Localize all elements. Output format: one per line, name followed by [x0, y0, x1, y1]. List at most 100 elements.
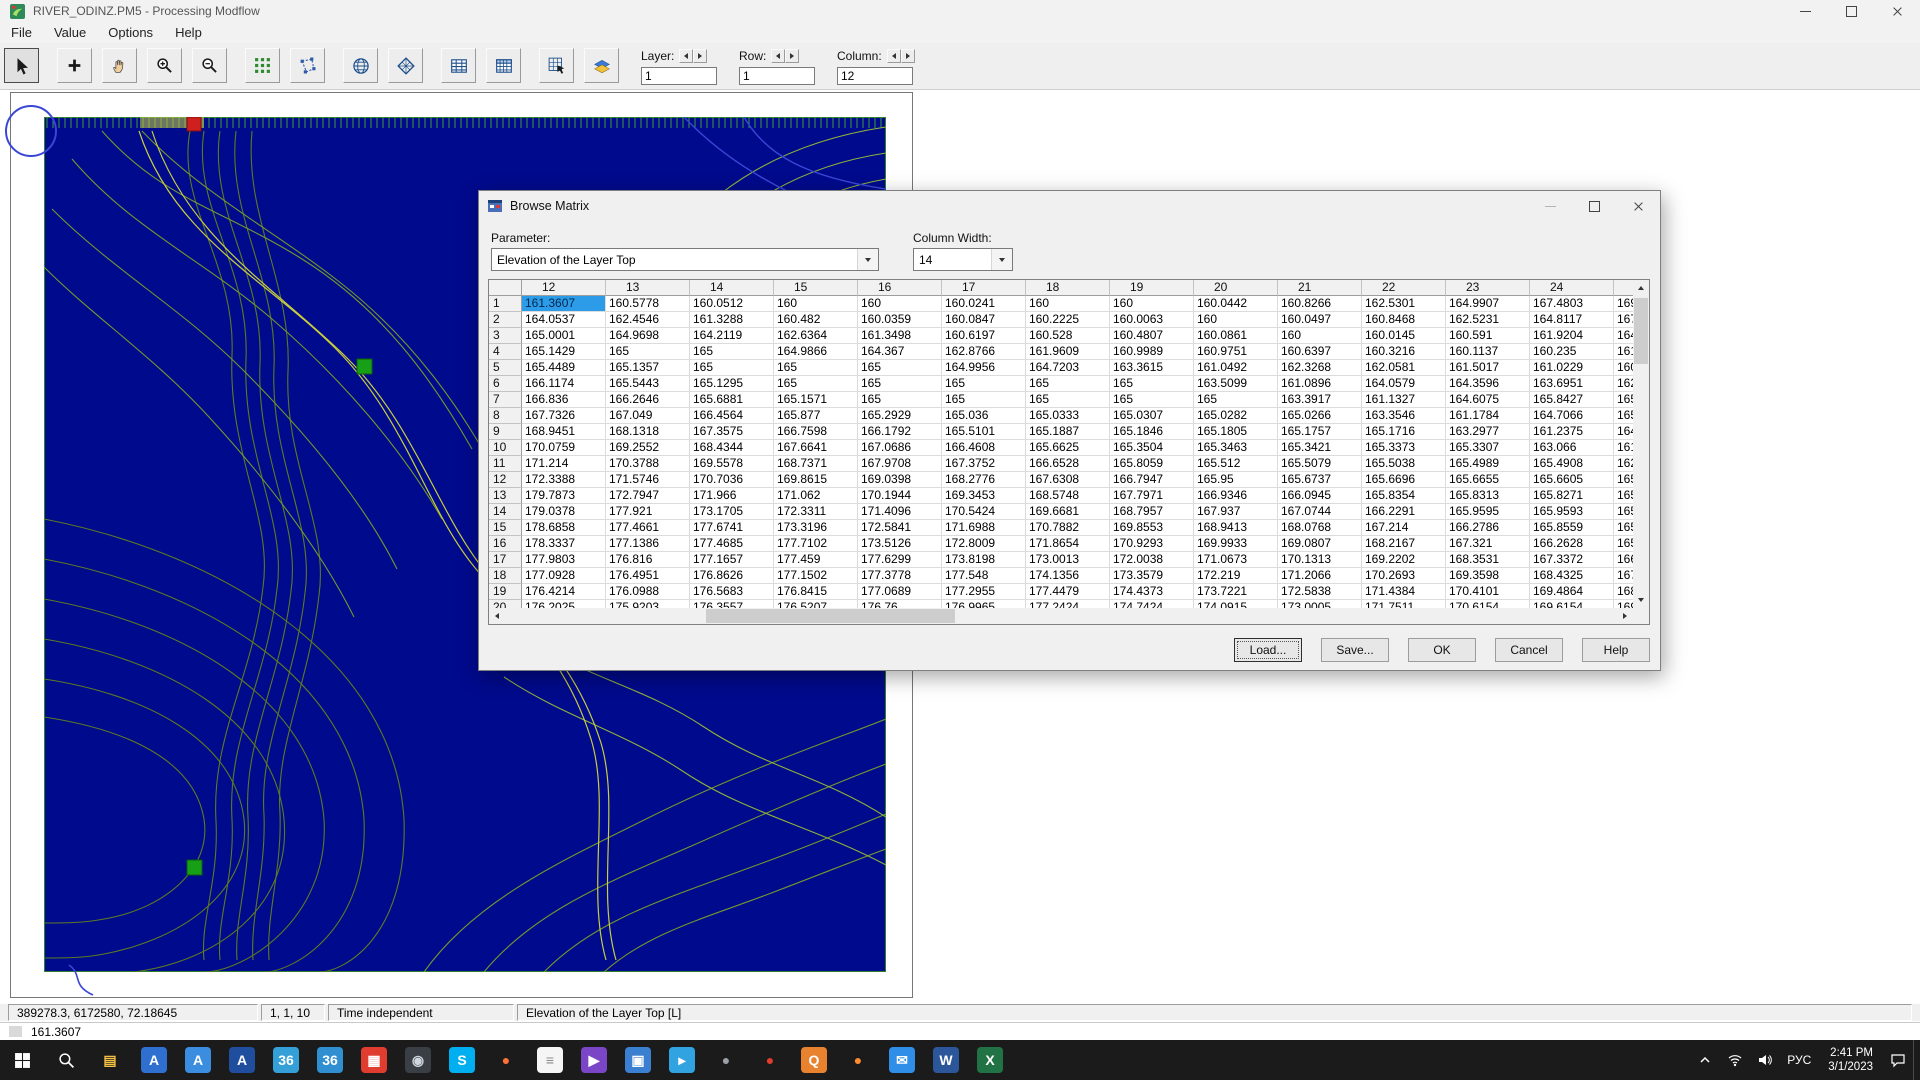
matrix-cell[interactable]: 166.1792 [858, 424, 942, 440]
matrix-cell[interactable]: 170.3788 [606, 456, 690, 472]
matrix-cell[interactable]: 169.0807 [1278, 536, 1362, 552]
matrix-cell[interactable]: 160.6197 [942, 328, 1026, 344]
matrix-cell[interactable]: 165 [858, 360, 942, 376]
matrix-cell[interactable]: 169.2552 [606, 440, 690, 456]
matrix-cell[interactable]: 166.0945 [1278, 488, 1362, 504]
matrix-cell[interactable]: 173.0013 [1026, 552, 1110, 568]
matrix-cell[interactable]: 175.9203 [606, 600, 690, 608]
matrix-cell[interactable]: 176.76 [858, 600, 942, 608]
matrix-cell[interactable]: 165 [942, 376, 1026, 392]
matrix-cell[interactable]: 162.3268 [1278, 360, 1362, 376]
matrix-cell[interactable]: 160.0861 [1194, 328, 1278, 344]
matrix-cell[interactable]: 169.5578 [690, 456, 774, 472]
matrix-cell[interactable]: 165.0307 [1110, 408, 1194, 424]
matrix-cell[interactable]: 164.7066 [1530, 408, 1614, 424]
vertical-scrollbar[interactable] [1633, 280, 1649, 608]
dialog-titlebar[interactable]: Browse Matrix [479, 191, 1660, 221]
matrix-cell[interactable]: 169.3598 [1446, 568, 1530, 584]
matrix-cell[interactable]: 163.3546 [1362, 408, 1446, 424]
matrix-cell[interactable]: 176.5683 [690, 584, 774, 600]
office-suite[interactable]: ▦ [352, 1040, 396, 1080]
matrix-cell[interactable]: 166.9346 [1194, 488, 1278, 504]
matrix-cell[interactable]: 166.2786 [1446, 520, 1530, 536]
ok-button[interactable]: OK [1408, 638, 1476, 662]
save-button[interactable]: Save... [1321, 638, 1389, 662]
taskbar-search-button[interactable] [44, 1040, 88, 1080]
matrix-cell[interactable]: 167.3575 [690, 424, 774, 440]
matrix-cell[interactable]: 167. [1614, 568, 1633, 584]
matrix-row-header-11[interactable]: 11 [489, 456, 522, 472]
matrix-cell[interactable]: 179.7873 [522, 488, 606, 504]
matrix-cell[interactable]: 169.2202 [1362, 552, 1446, 568]
matrix-cell[interactable]: 170.4101 [1446, 584, 1530, 600]
show-desktop-button[interactable] [1913, 1040, 1920, 1080]
matrix-row-header-19[interactable]: 19 [489, 584, 522, 600]
matrix-cell[interactable]: 177.6299 [858, 552, 942, 568]
matrix-col-header-20[interactable]: 20 [1194, 280, 1278, 296]
matrix-cell[interactable]: 172.5838 [1278, 584, 1362, 600]
matrix-cell[interactable]: 162.5301 [1362, 296, 1446, 312]
matrix-cell[interactable]: 168.9413 [1194, 520, 1278, 536]
matrix-cell[interactable]: 167.937 [1194, 504, 1278, 520]
matrix-cell[interactable]: 177.0689 [858, 584, 942, 600]
menu-item-value[interactable]: Value [43, 23, 97, 42]
marker-green-cell-2[interactable] [186, 859, 203, 876]
matrix-cell[interactable]: 165 [1110, 376, 1194, 392]
matrix-cell[interactable]: 161.0492 [1194, 360, 1278, 376]
matrix-cell[interactable]: 160 [1278, 328, 1362, 344]
matrix-cell[interactable]: 161.0896 [1278, 376, 1362, 392]
matrix-cell[interactable]: 165.3463 [1194, 440, 1278, 456]
row-prev-button[interactable] [771, 48, 786, 63]
matrix-cell[interactable]: 165.0282 [1194, 408, 1278, 424]
matrix-cell[interactable]: 168.7957 [1110, 504, 1194, 520]
grid-editor-button[interactable] [539, 48, 574, 83]
matrix-cell[interactable]: 169.8553 [1110, 520, 1194, 536]
app-a-2[interactable]: A [176, 1040, 220, 1080]
cancel-button[interactable]: Cancel [1495, 638, 1563, 662]
matrix-cell[interactable]: 168.5748 [1026, 488, 1110, 504]
matrix-cell[interactable]: 168.9451 [522, 424, 606, 440]
matrix-col-header-14[interactable]: 14 [690, 280, 774, 296]
matrix-cell[interactable]: 166.7947 [1110, 472, 1194, 488]
dialog-close-button[interactable] [1616, 192, 1660, 220]
matrix-cell[interactable]: 162. [1614, 376, 1633, 392]
matrix-cell[interactable]: 170.9293 [1110, 536, 1194, 552]
dialog-maximize-button[interactable] [1572, 192, 1616, 220]
matrix-cell[interactable]: 160.0512 [690, 296, 774, 312]
matrix-cell[interactable]: 161.3288 [690, 312, 774, 328]
matrix-cell[interactable]: 165.0001 [522, 328, 606, 344]
matrix-cell[interactable]: 169.3453 [942, 488, 1026, 504]
marker-red-cell[interactable] [186, 117, 202, 132]
matrix-cell[interactable]: 167.6308 [1026, 472, 1110, 488]
matrix-cell[interactable]: 169.4864 [1530, 584, 1614, 600]
matrix-cell[interactable]: 168.0768 [1278, 520, 1362, 536]
matrix-cell[interactable]: 161.9204 [1530, 328, 1614, 344]
matrix-cell[interactable]: 165.8313 [1446, 488, 1530, 504]
matrix-cell[interactable]: 177.9803 [522, 552, 606, 568]
matrix-cell[interactable]: 167.6641 [774, 440, 858, 456]
matrix-cell[interactable]: 160.0847 [942, 312, 1026, 328]
matrix-cell[interactable]: 166.836 [522, 392, 606, 408]
matrix-cell[interactable]: 174.4373 [1110, 584, 1194, 600]
matrix-cell[interactable]: 162.4546 [606, 312, 690, 328]
matrix-cell[interactable]: 165. [1614, 536, 1633, 552]
matrix-cell[interactable]: 170.1313 [1278, 552, 1362, 568]
matrix-cell[interactable]: 165.1757 [1278, 424, 1362, 440]
matrix-cell[interactable]: 160.0241 [942, 296, 1026, 312]
matrix-cell[interactable]: 168.3531 [1446, 552, 1530, 568]
add-tool-button[interactable] [57, 48, 92, 83]
matrix-col-header-16[interactable]: 16 [858, 280, 942, 296]
matrix-row-header-5[interactable]: 5 [489, 360, 522, 376]
matrix-col-header-19[interactable]: 19 [1110, 280, 1194, 296]
matrix-cell[interactable]: 160.0359 [858, 312, 942, 328]
matrix-cell[interactable]: 160.0063 [1110, 312, 1194, 328]
matrix-cell[interactable]: 165 [690, 344, 774, 360]
matrix-cell[interactable]: 165 [774, 360, 858, 376]
matrix-cell[interactable]: 164.9866 [774, 344, 858, 360]
matrix-row-header-15[interactable]: 15 [489, 520, 522, 536]
window-minimize-button[interactable] [1782, 0, 1828, 22]
matrix-cell[interactable]: 164. [1614, 328, 1633, 344]
matrix-cell[interactable]: 165.95 [1194, 472, 1278, 488]
matrix-cell[interactable]: 167.0744 [1278, 504, 1362, 520]
matrix-row-header-4[interactable]: 4 [489, 344, 522, 360]
